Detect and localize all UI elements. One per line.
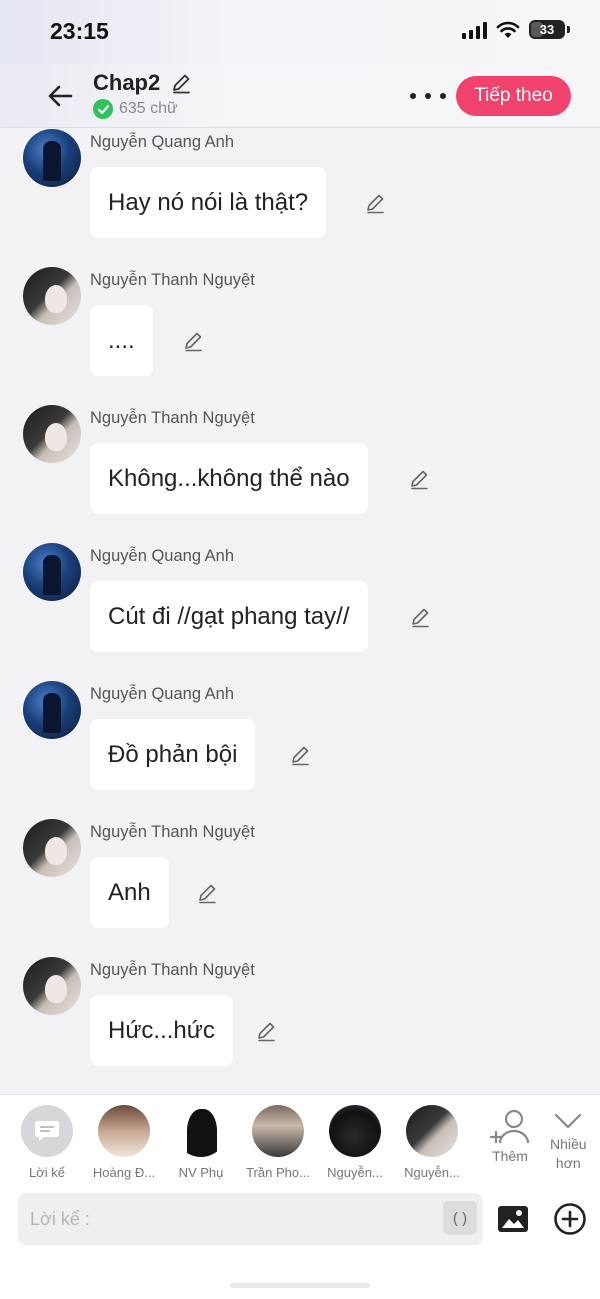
character-label: Lời kể xyxy=(29,1165,65,1180)
avatar xyxy=(406,1105,458,1157)
message-bubble[interactable]: Đồ phản bội xyxy=(90,719,256,790)
edit-message-button[interactable] xyxy=(288,743,312,767)
message-bubble[interactable]: Cút đi //gạt phang tay// xyxy=(90,581,368,652)
edit-message-button[interactable] xyxy=(408,605,432,629)
word-count: 635 chữ xyxy=(119,100,178,117)
page-title: Chap2 xyxy=(93,70,161,95)
more-label: Nhiều hơn xyxy=(550,1135,587,1173)
pencil-icon xyxy=(411,470,428,490)
avatar xyxy=(329,1105,381,1157)
avatar[interactable] xyxy=(23,681,81,739)
pencil-icon xyxy=(292,746,309,766)
character-label: Trần Pho... xyxy=(246,1165,310,1180)
chevron-down-icon xyxy=(555,1113,582,1129)
pencil-icon xyxy=(258,1022,275,1042)
avatar[interactable] xyxy=(23,129,81,187)
battery-cap xyxy=(567,26,570,33)
avatar xyxy=(98,1105,150,1157)
avatar xyxy=(252,1105,304,1157)
edit-title-button[interactable] xyxy=(170,72,192,94)
character-item[interactable]: Trần Pho... xyxy=(240,1105,316,1180)
message-sender: Nguyễn Thanh Nguyệt xyxy=(90,409,255,427)
avatar[interactable] xyxy=(23,957,81,1015)
status-time: 23:15 xyxy=(50,18,109,44)
signal-icon xyxy=(462,21,487,39)
character-label: NV Phụ xyxy=(178,1165,224,1180)
pencil-icon xyxy=(185,332,202,352)
message-sender: Nguyễn Quang Anh xyxy=(90,133,235,151)
avatar[interactable] xyxy=(23,267,81,325)
character-label: Hoàng Đ... xyxy=(92,1165,156,1180)
more-icon[interactable] xyxy=(410,86,446,106)
chat-bubble-icon xyxy=(35,1121,59,1141)
avatar[interactable] xyxy=(23,819,81,877)
character-item[interactable]: Nguyễn... xyxy=(394,1105,470,1180)
message-bubble[interactable]: Anh xyxy=(90,857,169,928)
add-character-button[interactable]: Thêm xyxy=(488,1109,532,1166)
narrator-avatar xyxy=(21,1105,73,1157)
character-label: Nguyễn... xyxy=(327,1165,383,1180)
message-sender: Nguyễn Thanh Nguyệt xyxy=(90,961,255,979)
character-item[interactable]: NV Phụ xyxy=(163,1105,239,1180)
pencil-icon xyxy=(173,74,191,94)
character-label: Nguyễn... xyxy=(404,1165,460,1180)
message-input[interactable] xyxy=(30,1193,430,1245)
message-sender: Nguyễn Quang Anh xyxy=(90,547,235,565)
add-circle-icon[interactable] xyxy=(553,1202,587,1236)
pencil-icon xyxy=(199,884,216,904)
status-icons: 33 xyxy=(462,20,570,39)
next-button[interactable]: Tiếp theo xyxy=(456,76,571,116)
message-sender: Nguyễn Quang Anh xyxy=(90,685,235,703)
parenthesis-button[interactable]: ( ) xyxy=(443,1201,477,1235)
message-bubble[interactable]: Không...không thể nào xyxy=(90,443,368,514)
character-item[interactable]: Hoàng Đ... xyxy=(86,1105,162,1180)
wifi-icon xyxy=(496,21,520,38)
edit-message-button[interactable] xyxy=(407,467,431,491)
message-bubble[interactable]: Hay nó nói là thật? xyxy=(90,167,327,238)
more-options-button[interactable]: Nhiều hơn xyxy=(550,1109,587,1173)
character-narrator[interactable]: Lời kể xyxy=(9,1105,85,1180)
avatar[interactable] xyxy=(23,405,81,463)
message-sender: Nguyễn Thanh Nguyệt xyxy=(90,823,255,841)
image-icon[interactable] xyxy=(496,1203,530,1235)
avatar xyxy=(175,1105,227,1157)
message-bubble[interactable]: Hức...hức xyxy=(90,995,233,1066)
add-person-icon xyxy=(489,1109,530,1144)
edit-message-button[interactable] xyxy=(363,191,387,215)
battery-icon: 33 xyxy=(529,20,565,39)
pencil-icon xyxy=(412,608,429,628)
home-indicator xyxy=(230,1283,370,1288)
composer: ( ) xyxy=(18,1193,483,1245)
back-button[interactable] xyxy=(44,80,76,112)
avatar[interactable] xyxy=(23,543,81,601)
chat-list: Nguyễn Quang Anh Hay nó nói là thật? Ngu… xyxy=(0,129,600,1094)
message-sender: Nguyễn Thanh Nguyệt xyxy=(90,271,255,289)
edit-message-button[interactable] xyxy=(181,329,205,353)
check-icon xyxy=(93,99,113,119)
character-item[interactable]: Nguyễn... xyxy=(317,1105,393,1180)
bottom-panel: Lời kể Hoàng Đ... NV Phụ Trần Pho... Ngu… xyxy=(0,1094,600,1299)
edit-message-button[interactable] xyxy=(254,1019,278,1043)
more-label-line2: hơn xyxy=(555,1155,581,1171)
add-label: Thêm xyxy=(492,1148,528,1164)
message-bubble[interactable]: .... xyxy=(90,305,153,376)
more-label-line1: Nhiều xyxy=(550,1136,587,1152)
back-arrow-icon xyxy=(48,85,73,107)
edit-message-button[interactable] xyxy=(195,881,219,905)
header: Chap2 635 chữ Tiếp theo xyxy=(0,64,600,128)
status-bar: 23:15 33 xyxy=(0,0,600,64)
battery-level: 33 xyxy=(539,22,555,37)
title-wrap: Chap2 635 chữ xyxy=(93,70,192,119)
pencil-icon xyxy=(367,194,384,214)
